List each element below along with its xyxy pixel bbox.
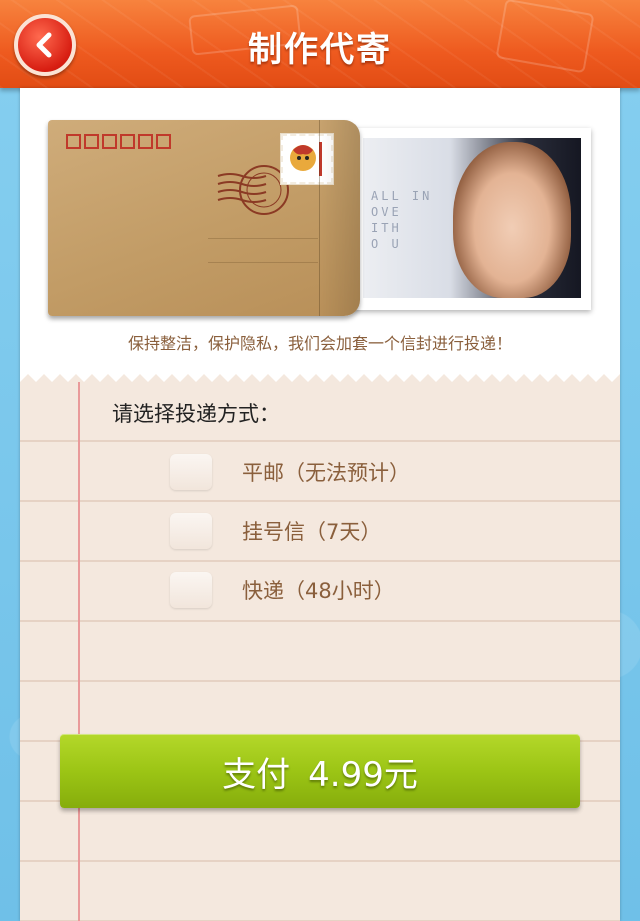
margin-line bbox=[78, 382, 80, 921]
photo-frame: ALL IN OVE ITH O U bbox=[353, 128, 591, 310]
header-bar: 制作代寄 bbox=[0, 0, 640, 88]
delivery-option-surface[interactable]: 平邮（无法预计） bbox=[170, 452, 500, 492]
radio-express[interactable] bbox=[170, 572, 212, 608]
delivery-option-label: 平邮（无法预计） bbox=[242, 461, 410, 485]
radio-surface-mail[interactable] bbox=[170, 454, 212, 490]
delivery-option-registered[interactable]: 挂号信（7天） bbox=[170, 511, 500, 551]
photo-image: ALL IN OVE ITH O U bbox=[363, 138, 581, 298]
page-title: 制作代寄 bbox=[248, 30, 392, 70]
envelope-caption: 保持整洁，保护隐私，我们会加套一个信封进行投递！ bbox=[127, 334, 512, 353]
pay-button[interactable]: 支付 4.99元 bbox=[60, 734, 580, 808]
delivery-prompt: 请选择投递方式： bbox=[112, 402, 280, 426]
radio-registered-mail[interactable] bbox=[170, 513, 212, 549]
delivery-option-label: 挂号信（7天） bbox=[242, 520, 382, 544]
zip-code-boxes bbox=[66, 134, 171, 149]
stamp-icon bbox=[281, 134, 333, 184]
pay-amount: 4.99元 bbox=[308, 754, 418, 795]
delivery-option-express[interactable]: 快递（48小时） bbox=[170, 570, 500, 610]
photo-text: ALL IN OVE ITH O U bbox=[371, 189, 433, 251]
photo-subject bbox=[453, 142, 571, 298]
pay-label: 支付 bbox=[222, 754, 291, 795]
zigzag-divider bbox=[20, 368, 620, 382]
envelope-preview-area: ALL IN OVE ITH O U 保持整洁，保护隐私，我们会加套一个信封进行… bbox=[20, 88, 620, 374]
delivery-option-label: 快递（48小时） bbox=[242, 579, 395, 603]
main-card: ALL IN OVE ITH O U 保持整洁，保护隐私，我们会加套一个信封进行… bbox=[20, 88, 620, 921]
envelope-image bbox=[48, 120, 360, 316]
